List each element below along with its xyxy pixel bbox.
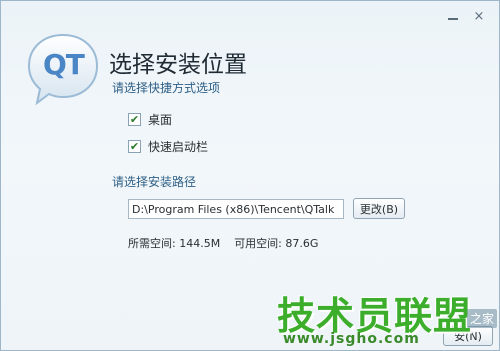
logo-text: QT [43,48,85,81]
close-button[interactable]: × [469,7,489,25]
minimize-button[interactable] [443,7,463,25]
checkbox-checked-icon: ✔ [128,113,141,126]
watermark-logo: 技术员联盟 之家 www.jsgho.com [269,285,499,350]
watermark-url: www.jsgho.com [283,331,420,347]
checkbox-checked-icon: ✔ [128,140,141,153]
install-path-label: 请选择安装路径 [112,175,197,189]
window-controls: × [443,7,489,25]
desktop-shortcut-checkbox[interactable]: ✔ 桌面 [128,111,172,128]
quick-launch-label: 快速启动栏 [148,140,209,154]
minimize-icon [448,18,458,20]
available-space: 可用空间: 87.6G [234,237,319,250]
installer-window: × QT 选择安装位置 请选择快捷方式选项 ✔ 桌面 ✔ 快速启动栏 请选择安装… [0,0,500,351]
page-title: 选择安装位置 [109,52,247,78]
close-icon: × [473,8,485,24]
desktop-shortcut-label: 桌面 [148,113,173,127]
watermark-extra: 之家 [466,309,497,328]
disk-space-info: 所需空间: 144.5M 可用空间: 87.6G [128,235,318,251]
install-path-input[interactable] [128,199,344,219]
required-space: 所需空间: 144.5M [128,237,221,250]
change-path-button[interactable]: 更改(B) [353,198,405,219]
quick-launch-checkbox[interactable]: ✔ 快速启动栏 [128,138,208,155]
shortcut-options-label: 请选择快捷方式选项 [112,81,221,95]
